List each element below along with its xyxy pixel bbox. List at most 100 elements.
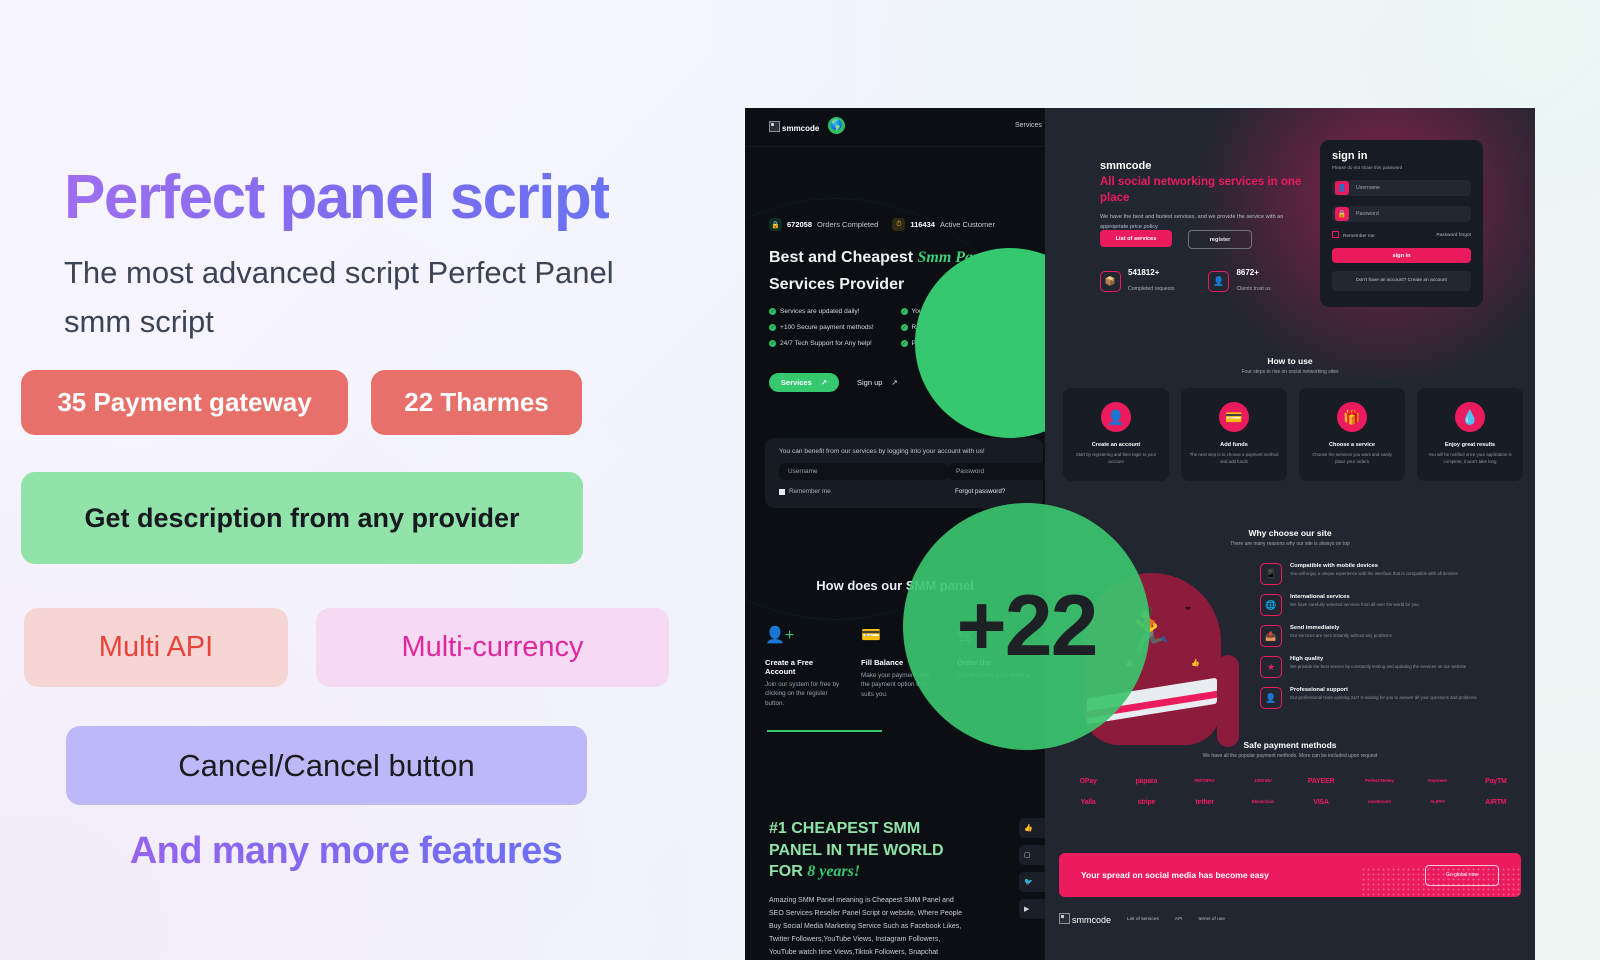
- cheapest-line3-prefix: FOR: [769, 863, 808, 881]
- globe-icon[interactable]: 🌎: [828, 117, 845, 134]
- why-title: High quality: [1290, 656, 1324, 662]
- feature-pill-payment-gateway[interactable]: 35 Payment gateway: [21, 370, 348, 435]
- gift-icon: 🎁: [1337, 402, 1367, 432]
- stat-label: Orders Completed: [817, 220, 879, 229]
- mockup-nav-services[interactable]: Services: [1015, 122, 1042, 129]
- card-desc: You will be notified once your applicati…: [1428, 452, 1512, 464]
- password-input[interactable]: Password: [947, 463, 1045, 480]
- why-desc: Our professional team working 24/7 is wa…: [1290, 695, 1477, 700]
- sign-in-subtitle: Please do not share this password: [1332, 165, 1403, 170]
- remember-me-checkbox[interactable]: Remember me: [779, 488, 831, 495]
- promo-footer-text: And many more features: [86, 830, 606, 873]
- forgot-password-link[interactable]: Forgot password?: [955, 488, 1005, 495]
- feature-pill-multi-api[interactable]: Multi API: [24, 608, 288, 687]
- username-input[interactable]: Username: [779, 463, 948, 480]
- card-desc: Start by registering and then login to y…: [1075, 452, 1157, 464]
- step-desc: Join our system for free by clicking on …: [765, 681, 840, 707]
- person-icon: 👤: [1101, 402, 1131, 432]
- page-subtitle: The most advanced script Perfect Panel s…: [64, 255, 614, 339]
- how-to-use-cards: 👤 Create an account Start by registering…: [1063, 388, 1523, 481]
- section-subtitle: We have all the popular payment methods.…: [1202, 753, 1378, 759]
- footer-link-terms[interactable]: terms of use: [1198, 917, 1224, 922]
- cheapest-line2: PANEL IN THE WORLD: [769, 841, 944, 859]
- forgot-password-link[interactable]: Password forgot: [1436, 233, 1471, 238]
- feature-pill-cancel-button[interactable]: Cancel/Cancel button: [66, 726, 587, 805]
- payment-logo-grid: OPay papara PEPSIPAY 1000 MU PAYEER Perf…: [1059, 778, 1525, 806]
- how-card[interactable]: 🎁 Choose a service Choose the services y…: [1299, 388, 1405, 481]
- footer-link-services[interactable]: List of services: [1127, 917, 1159, 922]
- globe-icon: 🌐: [1260, 594, 1282, 616]
- hero-headline-part1: Best and Cheapest: [769, 249, 918, 266]
- broken-image-icon: [769, 121, 780, 132]
- payment-logo: mastercard: [1367, 799, 1391, 804]
- flame-icon: 💧: [1455, 402, 1485, 432]
- why-title: Professional support: [1290, 687, 1348, 693]
- inline-login-card: You can benefit from our services by log…: [765, 438, 1045, 508]
- create-account-link[interactable]: Don't have an account? Create an account: [1332, 271, 1471, 291]
- payment-logo: VISA: [1313, 799, 1329, 806]
- sign-in-button[interactable]: sign in: [1332, 248, 1471, 263]
- feature-pill-multi-currency[interactable]: Multi-currency: [316, 608, 669, 687]
- arrow-up-right-icon: ↗: [891, 378, 898, 387]
- why-title: Compatible with mobile devices: [1290, 563, 1378, 569]
- mockup-logo[interactable]: smmcode: [769, 121, 819, 133]
- stat-value: 541812+: [1128, 268, 1160, 277]
- lock-icon: 🔒: [769, 218, 782, 231]
- cheapest-headline: #1 CHEAPEST SMM PANEL IN THE WORLD FOR 8…: [769, 818, 969, 883]
- remember-me-label: Remember me: [789, 488, 831, 495]
- payment-logo: PEPSIPAY: [1194, 778, 1215, 783]
- thumbs-up-icon: 👍: [1191, 660, 1200, 667]
- card-title: Choose a service: [1328, 442, 1376, 448]
- lock-icon: 🔒: [1335, 207, 1349, 221]
- how-card[interactable]: 💧 Enjoy great results You will be notifi…: [1417, 388, 1523, 481]
- arrow-up-right-icon: ↗: [820, 378, 828, 387]
- twitter-icon[interactable]: 🐦: [1019, 872, 1045, 892]
- how-card[interactable]: 💳 Add funds The next step is to choose a…: [1181, 388, 1287, 481]
- stat-value: 672058: [787, 220, 813, 229]
- cta-banner: Your spread on social media has become e…: [1059, 853, 1521, 897]
- stat-value: 8672+: [1236, 268, 1259, 277]
- footer-link-api[interactable]: API: [1175, 917, 1183, 922]
- card-title: Add funds: [1220, 442, 1248, 448]
- signin-username-field[interactable]: 👤 Username: [1332, 180, 1471, 196]
- how-card[interactable]: 👤 Create an account Start by registering…: [1063, 388, 1169, 481]
- cheapest-line1: #1 CHEAPEST SMM: [769, 820, 921, 837]
- list-of-services-button[interactable]: List of services: [1100, 230, 1172, 247]
- payment-logo: AIRTM: [1485, 799, 1507, 806]
- remember-me-checkbox[interactable]: Remember me: [1332, 231, 1375, 239]
- send-icon: 📤: [1260, 625, 1282, 647]
- checkbox-icon: [1332, 231, 1339, 238]
- support-icon: 👤: [1260, 687, 1282, 709]
- instagram-icon[interactable]: ▢: [1019, 845, 1045, 865]
- cta-text: Your spread on social media has become e…: [1081, 869, 1269, 880]
- payment-logo: PAYEER: [1307, 778, 1335, 785]
- sign-in-card: sign in Please do not share this passwor…: [1320, 140, 1483, 307]
- payment-logo: 1000 MU: [1254, 778, 1272, 783]
- check-icon: ✓: [900, 340, 908, 347]
- section-subtitle: Four steps to rise on social networking …: [1241, 369, 1339, 375]
- add-user-icon: 👤+: [765, 627, 795, 644]
- page-title: Perfect panel script: [64, 162, 611, 232]
- signin-password-field[interactable]: 🔒 Password: [1332, 206, 1471, 222]
- feature-pill-themes[interactable]: 22 Tharmes: [371, 370, 582, 435]
- why-desc: We have carefully selected services from…: [1290, 602, 1419, 607]
- footer-logo-label: smmcode: [1072, 915, 1112, 925]
- signup-link[interactable]: Sign up ↗: [857, 378, 898, 387]
- panel-footer: smmcode List of services API terms of us…: [1059, 913, 1225, 925]
- decorative-dot-pattern: [1361, 867, 1521, 897]
- services-button[interactable]: Services ↗: [769, 373, 839, 392]
- hero-headline-part2: Services Provider: [769, 276, 905, 294]
- youtube-icon[interactable]: ▶: [1019, 899, 1045, 919]
- step-item: 👤+ Create a Free Account Join our system…: [765, 628, 843, 708]
- check-icon: ✓: [900, 324, 908, 331]
- pill-label: 35 Payment gateway: [57, 387, 312, 417]
- stat-value: 116434: [910, 220, 935, 229]
- stat-orders-completed: 🔒 672058 Orders Completed: [769, 218, 878, 231]
- step-title: Create a Free Account: [765, 658, 814, 676]
- facebook-icon[interactable]: 👍: [1019, 818, 1045, 838]
- footer-logo: smmcode: [1059, 913, 1111, 925]
- feature-pill-description-provider[interactable]: Get description from any provider: [21, 472, 583, 564]
- register-button[interactable]: register: [1188, 230, 1252, 249]
- cheapest-paragraph: Amazing SMM Panel meaning is Cheapest SM…: [769, 896, 962, 956]
- payment-logo: ALIPAY: [1430, 799, 1446, 804]
